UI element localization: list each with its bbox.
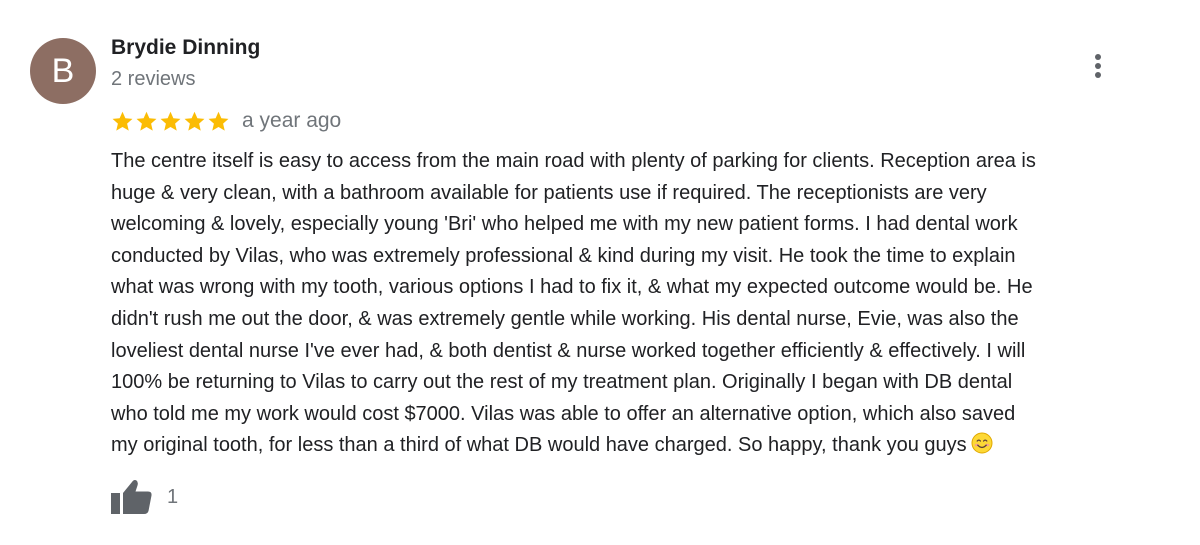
reviewer-name[interactable]: Brydie Dinning — [111, 36, 260, 60]
reviewer-review-count[interactable]: 2 reviews — [111, 68, 195, 91]
more-vertical-icon — [1095, 54, 1101, 78]
rating-row: a year ago — [111, 106, 341, 136]
review-body: The centre itself is easy to access from… — [111, 150, 1036, 457]
star-icon — [207, 110, 230, 133]
star-icon — [135, 110, 158, 133]
like-row: 1 — [111, 478, 178, 516]
star-icon — [111, 110, 134, 133]
review-text: The centre itself is easy to access from… — [111, 146, 1171, 465]
star-icon — [159, 110, 182, 133]
thumbs-up-icon[interactable] — [111, 478, 153, 516]
review-card: B Brydie Dinning 2 reviews a year ago Th… — [0, 0, 1200, 545]
review-date: a year ago — [242, 109, 342, 132]
star-icon — [183, 110, 206, 133]
like-count: 1 — [167, 485, 179, 508]
avatar[interactable]: B — [30, 38, 96, 104]
avatar-initial: B — [51, 52, 75, 90]
star-rating — [111, 110, 230, 133]
more-options-button[interactable] — [1084, 50, 1112, 82]
smiling-face-emoji — [971, 432, 993, 465]
